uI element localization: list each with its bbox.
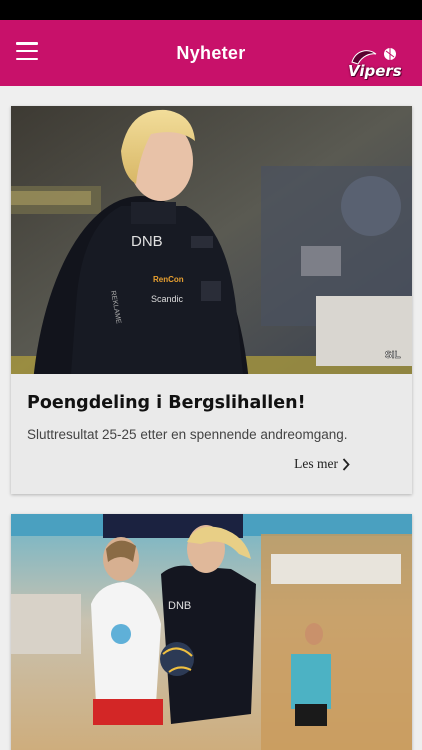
- sponsor-dnb-text: DNB: [168, 600, 191, 612]
- sponsor-rencon-text: RenCon: [153, 275, 184, 284]
- article-title[interactable]: Poengdeling i Bergslihallen!: [27, 392, 396, 414]
- article-image[interactable]: DNB: [11, 514, 412, 750]
- news-card[interactable]: DNB RenCon Scandic REKLAME SIL Poengdeli…: [11, 106, 412, 494]
- app-bar: Nyheter Vipers: [0, 20, 422, 86]
- watermark-text: SIL: [385, 350, 401, 361]
- article-image[interactable]: DNB RenCon Scandic REKLAME SIL: [11, 106, 412, 374]
- sponsor-dnb-text: DNB: [131, 233, 163, 250]
- page-title: Nyheter: [176, 42, 246, 63]
- hamburger-menu-icon[interactable]: [16, 42, 38, 60]
- news-feed[interactable]: DNB RenCon Scandic REKLAME SIL Poengdeli…: [0, 86, 422, 750]
- sponsor-scandic-text: Scandic: [151, 294, 184, 304]
- coach-photo: DNB RenCon Scandic REKLAME SIL: [11, 106, 412, 374]
- chevron-right-icon: [342, 457, 350, 471]
- read-more-label: Les mer: [294, 456, 338, 471]
- logo-text: Vipers: [348, 62, 402, 80]
- article-summary: Sluttresultat 25-25 etter en spennende a…: [27, 427, 348, 442]
- card-body: Poengdeling i Bergslihallen! Sluttresult…: [11, 374, 412, 494]
- status-bar: [0, 0, 422, 20]
- news-card[interactable]: DNB: [11, 514, 412, 750]
- handball-action-photo: DNB: [11, 514, 412, 750]
- vipers-logo: Vipers: [346, 44, 402, 80]
- read-more-link[interactable]: Les mer: [294, 456, 350, 472]
